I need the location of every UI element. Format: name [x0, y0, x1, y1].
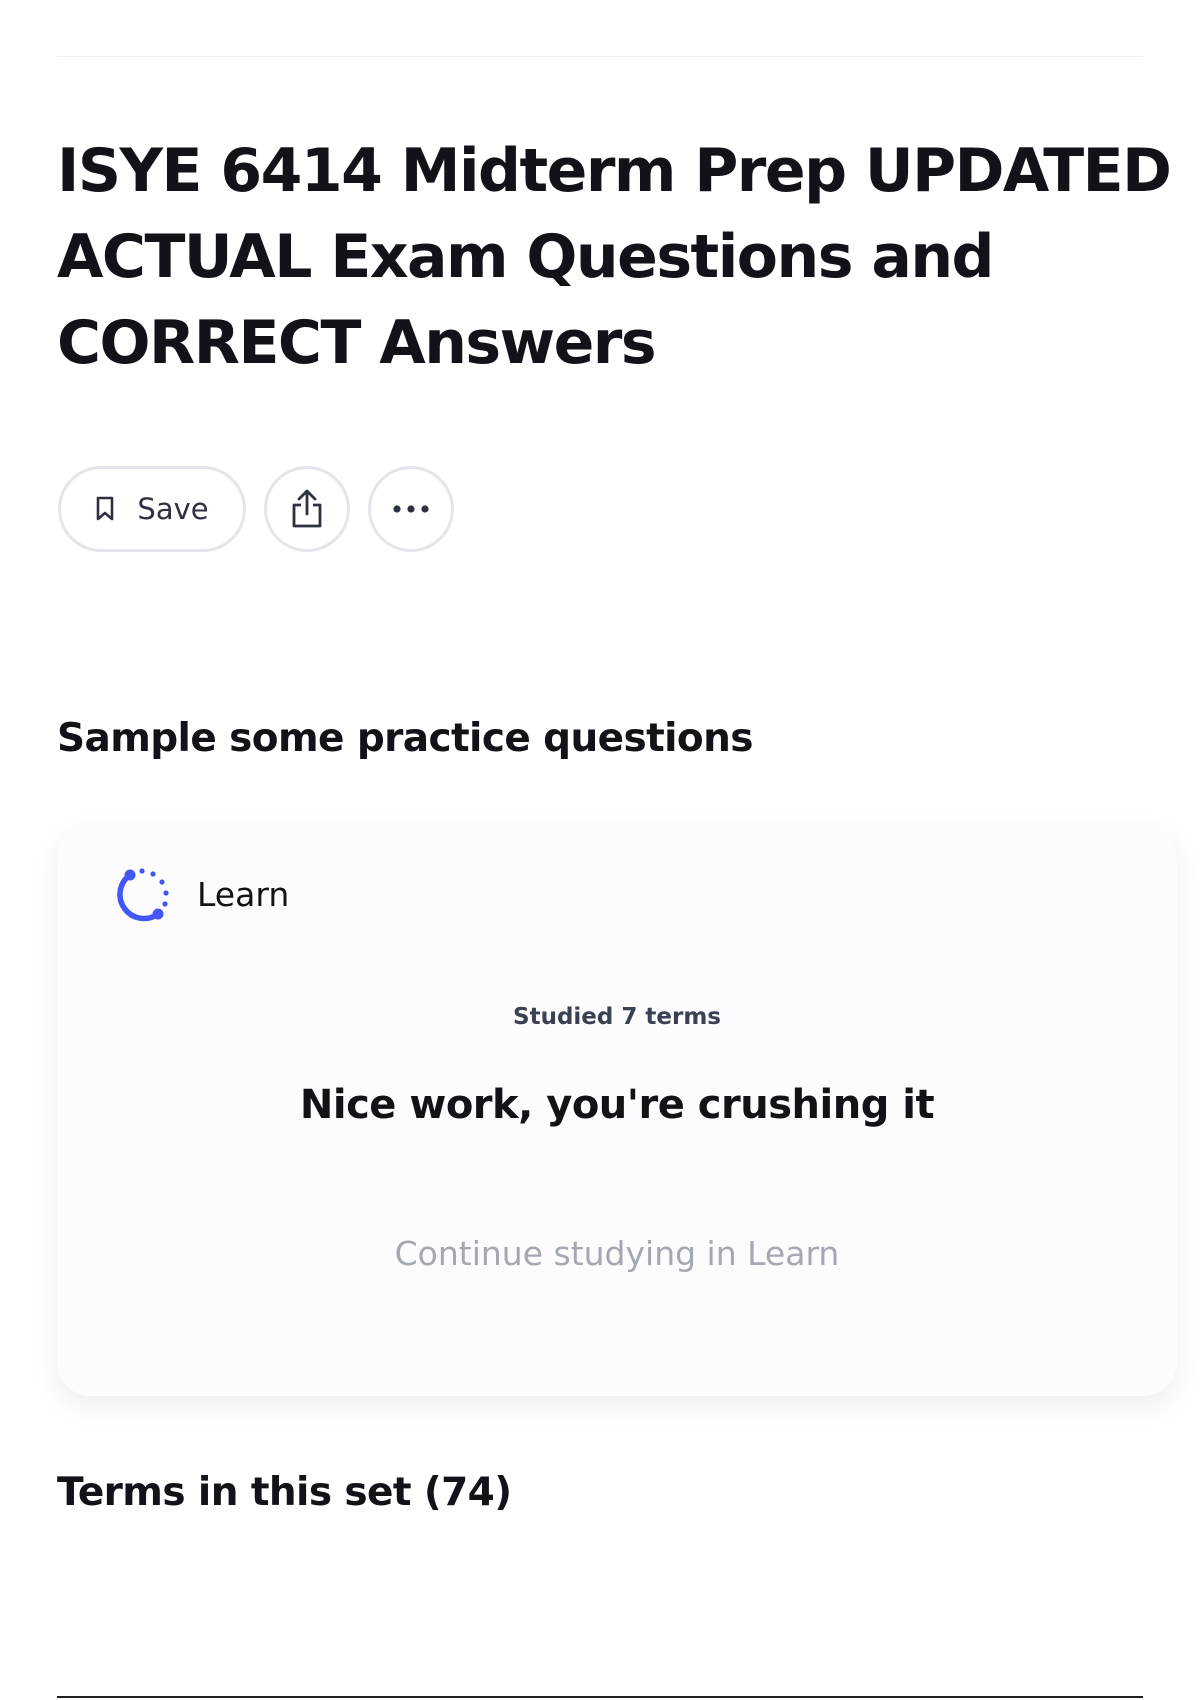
save-button-label: Save [137, 492, 209, 526]
practice-section-heading: Sample some practice questions [57, 716, 754, 761]
continue-learn-button[interactable]: Continue studying in Learn [57, 1234, 1177, 1273]
top-divider [57, 56, 1143, 57]
learn-mode-label: Learn [197, 874, 290, 914]
more-horizontal-icon [391, 504, 431, 514]
set-actions-toolbar: Save [58, 466, 454, 552]
terms-section-heading: Terms in this set (74) [57, 1470, 512, 1515]
share-button[interactable] [264, 466, 350, 552]
learn-progress-icon [113, 864, 173, 924]
bookmark-icon [95, 496, 115, 522]
share-icon [289, 488, 325, 530]
learn-mode-header[interactable]: Learn [113, 864, 289, 924]
page-title: ISYE 6414 Midterm Prep UPDATED ACTUAL Ex… [57, 136, 1172, 378]
learn-card: Learn Studied 7 terms Nice work, you're … [57, 824, 1177, 1396]
bottom-divider [57, 1696, 1143, 1698]
progress-message: Nice work, you're crushing it [299, 1082, 935, 1128]
more-options-button[interactable] [368, 466, 454, 552]
study-set-page: ISYE 6414 Midterm Prep UPDATED ACTUAL Ex… [0, 0, 1200, 1700]
studied-count-text: Studied 7 terms [513, 1004, 721, 1030]
save-button[interactable]: Save [58, 466, 246, 552]
